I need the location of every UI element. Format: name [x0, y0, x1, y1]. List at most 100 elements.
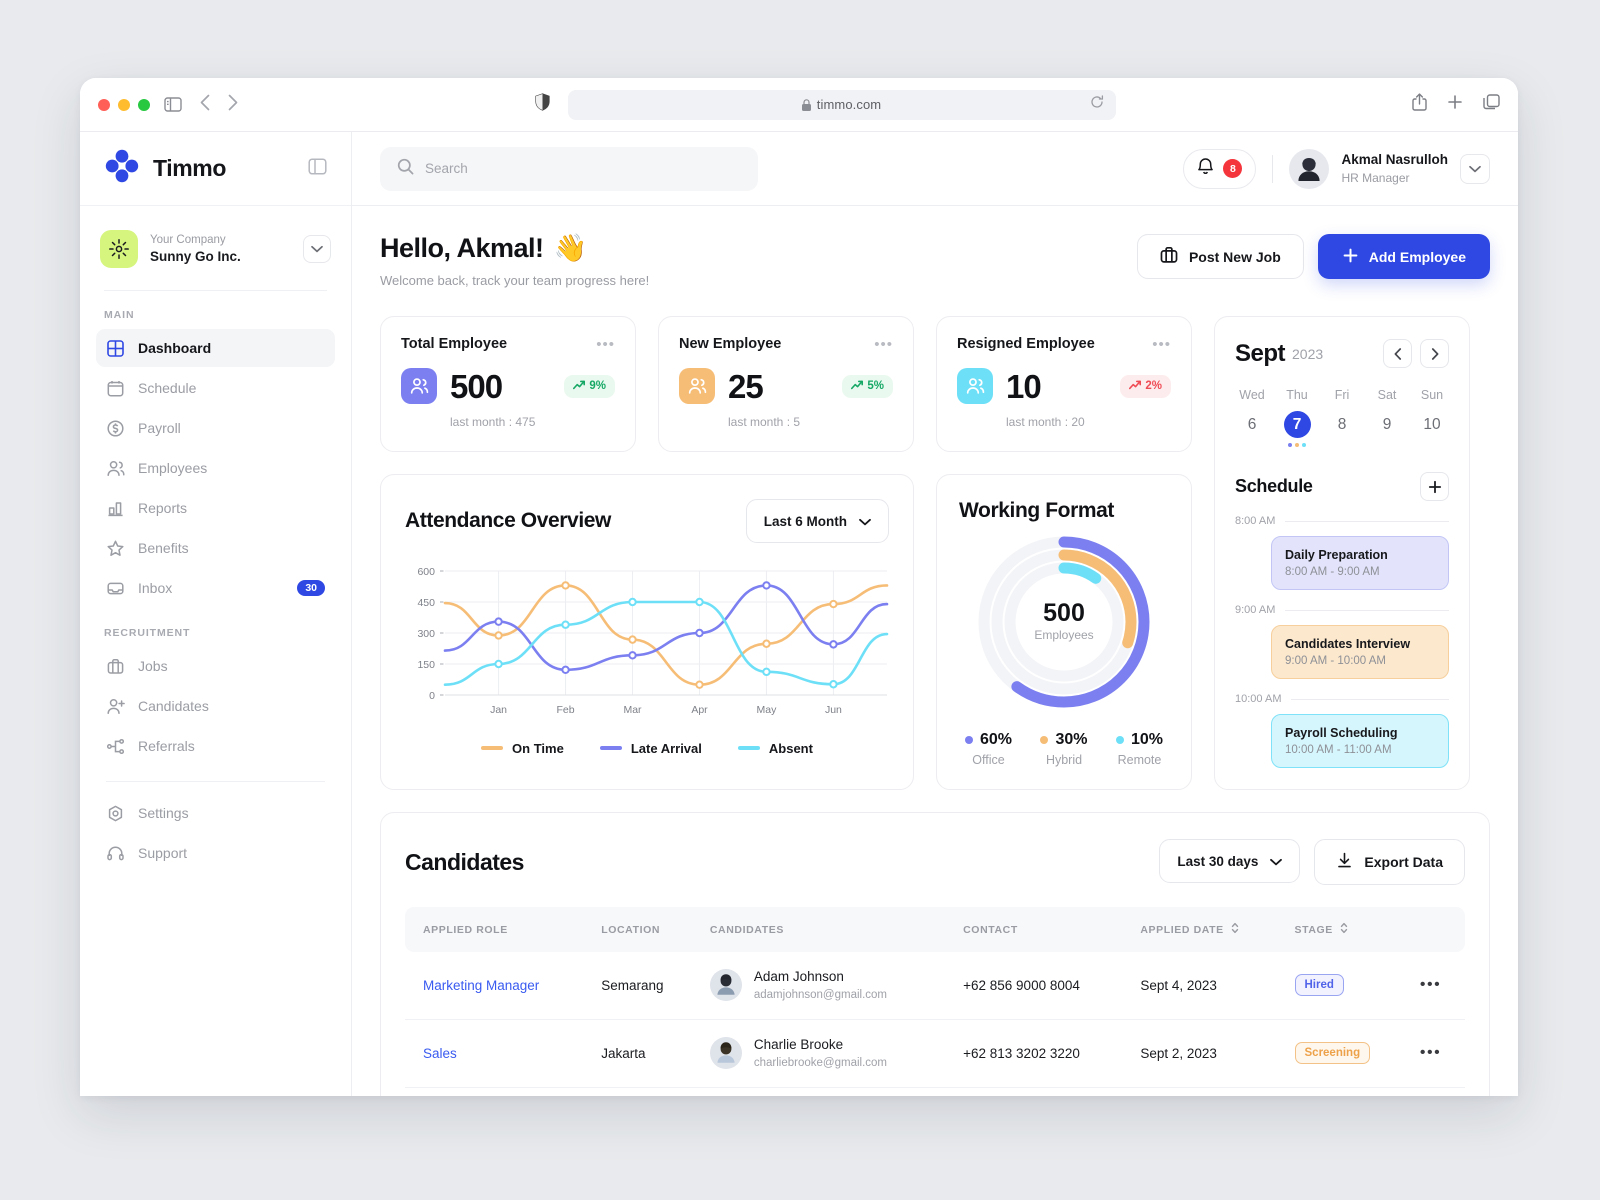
column-contact[interactable]: CONTACT: [951, 907, 1129, 952]
forward-icon[interactable]: [228, 94, 238, 116]
tabs-icon[interactable]: [1483, 94, 1500, 115]
panel-collapse-icon[interactable]: [308, 157, 327, 181]
sidebar-item-support[interactable]: Support: [96, 834, 335, 872]
sidebar-item-referrals[interactable]: Referrals: [96, 727, 335, 765]
sidebar-item-dashboard[interactable]: Dashboard: [96, 329, 335, 367]
table-body: Marketing Manager Semarang Adam Johnson …: [405, 952, 1465, 1096]
export-data-label: Export Data: [1364, 854, 1443, 870]
sidebar-item-employees[interactable]: Employees: [96, 449, 335, 487]
main-area: Search 8 Akmal Nasrulloh HR Manager Hell…: [352, 132, 1518, 1096]
close-window-button[interactable]: [98, 98, 110, 111]
maximize-window-button[interactable]: [138, 98, 150, 111]
kebab-icon[interactable]: •••: [596, 337, 615, 352]
dashboard-right-column: Sept 2023 Wed 6 Thu 7 Fri 8 Sat 9 Sun 10…: [1214, 316, 1470, 790]
shield-icon[interactable]: [534, 93, 550, 116]
browser-window: timmo.com Timmo Your Company Sunny Go In…: [80, 78, 1518, 1096]
address-bar[interactable]: timmo.com: [567, 89, 1116, 120]
svg-text:150: 150: [417, 659, 435, 671]
search-input[interactable]: Search: [380, 146, 758, 191]
reload-icon[interactable]: [1090, 95, 1104, 114]
table-row[interactable]: Sales Jakarta Charlie Brooke charliebroo…: [405, 1019, 1465, 1088]
topbar: Search 8 Akmal Nasrulloh HR Manager: [352, 132, 1518, 206]
post-new-job-button[interactable]: Post New Job: [1136, 234, 1304, 279]
stat-header: Resigned Employee •••: [957, 336, 1171, 352]
kebab-icon[interactable]: •••: [1420, 1044, 1441, 1061]
calendar-day-number: 8: [1337, 416, 1347, 433]
calendar-day[interactable]: Sun 10: [1415, 388, 1449, 448]
share-icon[interactable]: [1412, 93, 1427, 116]
add-employee-button[interactable]: Add Employee: [1317, 234, 1490, 279]
minimize-window-button[interactable]: [118, 98, 130, 111]
column-actions: [1407, 907, 1465, 952]
add-schedule-button[interactable]: [1420, 472, 1449, 501]
sidebar-item-candidates[interactable]: Candidates: [96, 687, 335, 725]
sidebar-item-label: Support: [138, 845, 188, 861]
sidebar-item-label: Dashboard: [138, 340, 212, 356]
column-applied-date[interactable]: APPLIED DATE: [1128, 907, 1283, 952]
window-controls[interactable]: [98, 98, 150, 111]
schedule-event-payroll-scheduling[interactable]: Payroll Scheduling 10:00 AM - 11:00 AM: [1271, 714, 1449, 768]
svg-text:Feb: Feb: [556, 704, 574, 716]
calendar-day[interactable]: Fri 8: [1325, 388, 1359, 448]
nav-arrows[interactable]: [200, 94, 238, 116]
sidebar-item-inbox[interactable]: Inbox 30: [96, 569, 335, 607]
company-selector[interactable]: Your Company Sunny Go Inc.: [100, 224, 331, 274]
sidebar-item-benefits[interactable]: Benefits: [96, 529, 335, 567]
export-data-button[interactable]: Export Data: [1314, 839, 1465, 885]
column-location[interactable]: LOCATION: [589, 907, 698, 952]
search-icon: [397, 158, 414, 180]
company-label: Your Company: [150, 233, 226, 246]
calendar-day-selected[interactable]: Thu 7: [1280, 388, 1314, 448]
stat-trend: 9%: [564, 374, 615, 398]
sidebar-toggle-icon[interactable]: [164, 97, 182, 112]
back-icon[interactable]: [200, 94, 210, 116]
avatar: [709, 969, 742, 1002]
chevron-down-icon[interactable]: [303, 235, 331, 263]
table-row[interactable]: Jr. UI Designer Semarang: [405, 1087, 1465, 1096]
cell-candidate: Adam Johnson adamjohnson@gmail.com: [697, 952, 952, 1020]
stat-title: Resigned Employee: [957, 336, 1095, 352]
role-link[interactable]: Sales: [423, 1046, 457, 1061]
candidates-table: APPLIED ROLE LOCATION CANDIDATES CONTACT…: [405, 907, 1465, 1096]
kebab-icon[interactable]: •••: [1420, 976, 1441, 993]
cell-actions: •••: [1407, 952, 1465, 1020]
new-tab-icon[interactable]: [1447, 94, 1463, 115]
sidebar-item-label: Settings: [138, 805, 189, 821]
svg-text:Mar: Mar: [623, 704, 642, 716]
column-stage[interactable]: STAGE: [1282, 907, 1408, 952]
dollar-circle-icon: [106, 419, 125, 438]
calendar-next-button[interactable]: [1420, 339, 1449, 368]
sidebar: Timmo Your Company Sunny Go Inc. MAIN Da…: [80, 132, 352, 1096]
inbox-icon: [106, 579, 125, 598]
sort-icon[interactable]: [1231, 922, 1239, 937]
dashboard-grid: Total Employee ••• 500 9% last month: 4…: [380, 316, 1490, 790]
sidebar-item-schedule[interactable]: Schedule: [96, 369, 335, 407]
sidebar-item-reports[interactable]: Reports: [96, 489, 335, 527]
column-candidates[interactable]: CANDIDATES: [697, 907, 952, 952]
chevron-down-icon[interactable]: [1460, 153, 1490, 184]
calendar-day-name: Sat: [1377, 388, 1397, 402]
schedule-event-daily-preparation[interactable]: Daily Preparation 8:00 AM - 9:00 AM: [1271, 536, 1449, 590]
sidebar-item-payroll[interactable]: Payroll: [96, 409, 335, 447]
brand[interactable]: Timmo: [104, 148, 226, 189]
column-applied-role[interactable]: APPLIED ROLE: [405, 907, 590, 952]
attendance-range-select[interactable]: Last 6 Month: [745, 499, 889, 543]
candidates-range-select[interactable]: Last 30 days: [1159, 839, 1301, 883]
sidebar-item-label: Inbox: [138, 580, 173, 596]
schedule-event-candidates-interview[interactable]: Candidates Interview 9:00 AM - 10:00 AM: [1271, 625, 1449, 679]
calendar-day[interactable]: Wed 6: [1235, 388, 1269, 448]
calendar-prev-button[interactable]: [1383, 339, 1412, 368]
sort-icon[interactable]: [1340, 922, 1348, 937]
kebab-icon[interactable]: •••: [1152, 337, 1171, 352]
sidebar-item-settings[interactable]: Settings: [96, 794, 335, 832]
role-link[interactable]: Marketing Manager: [423, 978, 539, 993]
nav-section-label-main: MAIN: [104, 309, 135, 321]
kebab-icon[interactable]: •••: [874, 337, 893, 352]
notifications-button[interactable]: 8: [1183, 148, 1257, 189]
slot-time-label: 8:00 AM: [1235, 515, 1276, 527]
table-row[interactable]: Marketing Manager Semarang Adam Johnson …: [405, 952, 1465, 1020]
sidebar-item-jobs[interactable]: Jobs: [96, 647, 335, 685]
working-format-legend: 60% Office 30% Hybrid 10% Remote: [959, 731, 1169, 767]
user-menu[interactable]: Akmal Nasrulloh HR Manager: [1289, 148, 1490, 189]
calendar-day[interactable]: Sat 9: [1370, 388, 1404, 448]
